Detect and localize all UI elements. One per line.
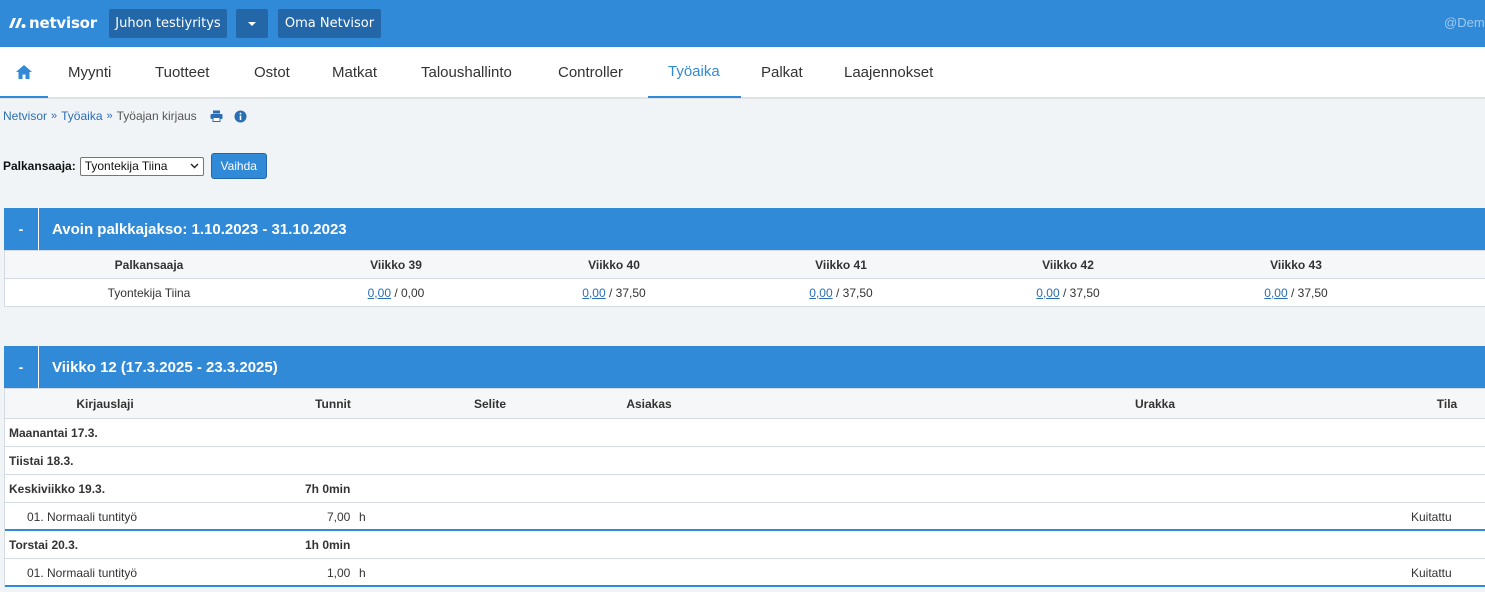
- week-43-entered-link[interactable]: 0,00: [1264, 286, 1287, 300]
- table-row: Tyontekija Tiina 0,00 / 0,00 0,00 / 37,5…: [5, 279, 1485, 307]
- breadcrumb-current: Työajan kirjaus: [116, 109, 197, 123]
- nav-palkat[interactable]: Palkat: [741, 47, 823, 98]
- user-tag[interactable]: @Dem: [1444, 15, 1485, 30]
- info-icon[interactable]: [234, 110, 247, 123]
- week-43-total: / 37,50: [1291, 286, 1328, 300]
- nav-taloushallinto[interactable]: Taloushallinto: [401, 47, 532, 98]
- home-button[interactable]: [0, 47, 48, 98]
- week-42-total: / 37,50: [1063, 286, 1100, 300]
- week-collapse-toggle[interactable]: -: [4, 346, 39, 388]
- nav-tyoaika[interactable]: Työaika: [648, 47, 741, 98]
- col-viikko-42: Viikko 42: [1042, 258, 1094, 272]
- week-39-total: / 0,00: [394, 286, 425, 300]
- chevron-down-icon: [190, 163, 199, 169]
- main-nav: Myynti Tuotteet Ostot Matkat Taloushalli…: [0, 47, 1485, 99]
- col-urakka: Urakka: [1134, 397, 1176, 411]
- period-table-header: Palkansaaja Viikko 39 Viikko 40 Viikko 4…: [5, 251, 1485, 279]
- company-dropdown-button[interactable]: [236, 9, 268, 38]
- week-40-total: / 37,50: [609, 286, 646, 300]
- week-41-entered-link[interactable]: 0,00: [809, 286, 832, 300]
- nav-tuotteet[interactable]: Tuotteet: [135, 47, 229, 98]
- print-icon[interactable]: [210, 110, 223, 122]
- week-table-header: Kirjauslaji Tunnit Selite Asiakas Urakka…: [5, 389, 1485, 419]
- breadcrumb-tyoaika[interactable]: Työaika: [61, 109, 102, 123]
- entry-amount: 1,00: [327, 566, 351, 580]
- caret-down-icon: [248, 21, 256, 26]
- day-label: Torstai 20.3.: [9, 538, 79, 552]
- breadcrumb-separator: »: [51, 110, 58, 122]
- day-row-tuesday: Tiistai 18.3.: [5, 447, 1485, 475]
- nav-matkat[interactable]: Matkat: [312, 47, 397, 98]
- col-viikko-40: Viikko 40: [588, 258, 640, 272]
- col-viikko-39: Viikko 39: [370, 258, 422, 272]
- entry-row[interactable]: 01. Normaali tuntityö 7,00 h Kuitattu: [5, 503, 1485, 531]
- company-selector-button[interactable]: Juhon testiyritys: [109, 9, 227, 38]
- oma-netvisor-button[interactable]: Oma Netvisor: [278, 9, 381, 38]
- col-selite: Selite: [473, 397, 507, 411]
- col-viikko-43: Viikko 43: [1270, 258, 1322, 272]
- col-palkansaaja: Palkansaaja: [114, 258, 184, 272]
- week-42-hours: 0,00 / 37,50: [1036, 279, 1099, 307]
- period-panel-title: Avoin palkkajakso: 1.10.2023 - 31.10.202…: [52, 220, 347, 238]
- breadcrumb-netvisor[interactable]: Netvisor: [3, 109, 47, 123]
- week-panel-header: - Viikko 12 (17.3.2025 - 23.3.2025): [4, 346, 1485, 388]
- netvisor-logo[interactable]: netvisor: [8, 12, 97, 34]
- day-label: Tiistai 18.3.: [9, 454, 74, 468]
- entry-type: 01. Normaali tuntityö: [27, 566, 138, 580]
- day-total-hours: 1h 0min: [305, 538, 351, 552]
- entry-unit: h: [359, 566, 366, 580]
- vaihda-button[interactable]: Vaihda: [210, 153, 267, 179]
- week-41-total: / 37,50: [836, 286, 873, 300]
- employee-name: Tyontekija Tiina: [107, 286, 191, 300]
- day-label: Maanantai 17.3.: [9, 426, 98, 440]
- week-panel-title: Viikko 12 (17.3.2025 - 23.3.2025): [52, 358, 278, 376]
- home-icon: [16, 64, 32, 79]
- week-table: Kirjauslaji Tunnit Selite Asiakas Urakka…: [4, 388, 1485, 587]
- week-40-entered-link[interactable]: 0,00: [582, 286, 605, 300]
- day-row-wednesday: Keskiviikko 19.3. 7h 0min: [5, 475, 1485, 503]
- netvisor-logo-icon: [9, 18, 26, 28]
- day-label: Keskiviikko 19.3.: [9, 482, 106, 496]
- day-row-thursday: Torstai 20.3. 1h 0min: [5, 531, 1485, 559]
- nav-myynti[interactable]: Myynti: [48, 47, 131, 98]
- week-43-hours: 0,00 / 37,50: [1264, 279, 1327, 307]
- col-tila: Tila: [1436, 397, 1458, 411]
- col-asiakas: Asiakas: [626, 397, 672, 411]
- week-42-entered-link[interactable]: 0,00: [1036, 286, 1059, 300]
- employee-label: Palkansaaja:: [3, 159, 76, 173]
- entry-amount: 7,00: [327, 510, 351, 524]
- nav-laajennokset[interactable]: Laajennokset: [824, 47, 953, 98]
- logo-text: netvisor: [29, 14, 97, 32]
- week-39-hours: 0,00 / 0,00: [368, 279, 425, 307]
- col-kirjauslaji: Kirjauslaji: [76, 397, 134, 411]
- top-bar: netvisor Juhon testiyritys Oma Netvisor …: [0, 0, 1485, 47]
- breadcrumb: Netvisor » Työaika » Työajan kirjaus: [3, 109, 247, 123]
- day-total-hours: 7h 0min: [305, 482, 351, 496]
- entry-type: 01. Normaali tuntityö: [27, 510, 138, 524]
- period-panel-header: - Avoin palkkajakso: 1.10.2023 - 31.10.2…: [4, 208, 1485, 250]
- col-viikko-41: Viikko 41: [815, 258, 867, 272]
- employee-select-value: Tyontekija Tiina: [84, 159, 168, 173]
- week-40-hours: 0,00 / 37,50: [582, 279, 645, 307]
- nav-controller[interactable]: Controller: [538, 47, 643, 98]
- breadcrumb-separator: »: [106, 110, 113, 122]
- period-table: Palkansaaja Viikko 39 Viikko 40 Viikko 4…: [4, 250, 1485, 307]
- period-collapse-toggle[interactable]: -: [4, 208, 39, 250]
- employee-select[interactable]: Tyontekija Tiina: [79, 156, 204, 176]
- day-row-monday: Maanantai 17.3.: [5, 419, 1485, 447]
- entry-status: Kuitattu: [1411, 566, 1452, 580]
- week-41-hours: 0,00 / 37,50: [809, 279, 872, 307]
- week-39-entered-link[interactable]: 0,00: [368, 286, 391, 300]
- entry-unit: h: [359, 510, 366, 524]
- entry-row[interactable]: 01. Normaali tuntityö 1,00 h Kuitattu: [5, 559, 1485, 587]
- entry-status: Kuitattu: [1411, 510, 1452, 524]
- nav-ostot[interactable]: Ostot: [234, 47, 310, 98]
- col-tunnit: Tunnit: [315, 397, 351, 411]
- employee-selector-row: Palkansaaja: Tyontekija Tiina Vaihda: [3, 153, 267, 179]
